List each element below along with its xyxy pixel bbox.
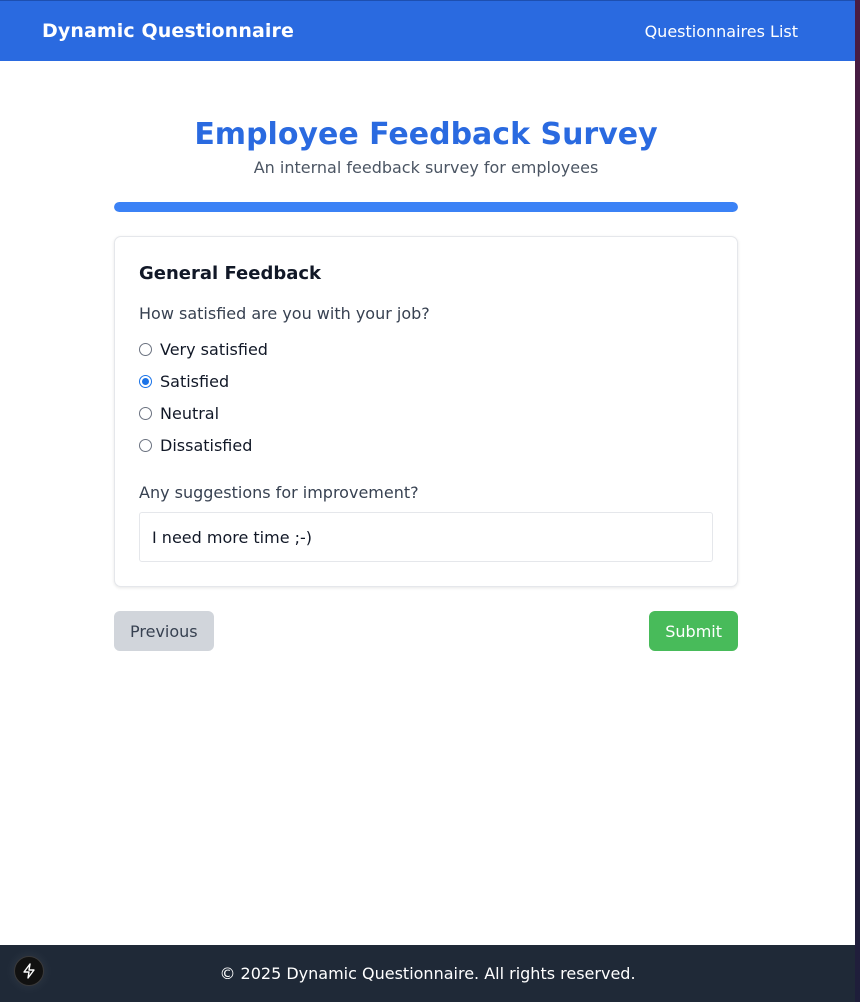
footer: © 2025 Dynamic Questionnaire. All rights…	[0, 945, 855, 1002]
question-label: Any suggestions for improvement?	[139, 483, 419, 502]
radio-button[interactable]	[139, 438, 152, 452]
radio-label: Neutral	[160, 403, 220, 423]
navbar: Dynamic Questionnaire Questionnaires Lis…	[0, 0, 855, 61]
radio-label: Very satisfied	[160, 339, 268, 359]
questionnaires-list-link[interactable]: Questionnaires List	[645, 22, 798, 41]
survey-container: Employee Feedback Survey An internal fee…	[114, 61, 738, 651]
main-content: Employee Feedback Survey An internal fee…	[0, 61, 855, 945]
section-title: General Feedback	[139, 263, 322, 284]
radio-option-satisfied[interactable]: Satisfied	[139, 365, 713, 397]
radio-button[interactable]	[139, 406, 152, 420]
question-label: How satisfied are you with your job?	[139, 304, 430, 323]
survey-subtitle: An internal feedback survey for employee…	[253, 158, 599, 177]
suggestions-input[interactable]: I need more time ;-)	[139, 512, 713, 562]
radio-label: Satisfied	[160, 371, 230, 391]
radio-button[interactable]	[139, 374, 152, 388]
progress-bar-fill	[114, 202, 738, 212]
submit-button[interactable]: Submit	[649, 611, 738, 651]
progress-bar	[114, 202, 738, 212]
page: Dynamic Questionnaire Questionnaires Lis…	[0, 0, 855, 1002]
radio-option-neutral[interactable]: Neutral	[139, 397, 713, 429]
brand-title[interactable]: Dynamic Questionnaire	[42, 20, 294, 42]
radio-label: Dissatisfied	[160, 435, 253, 455]
radio-option-very-satisfied[interactable]: Very satisfied	[139, 333, 713, 365]
footer-text: © 2025 Dynamic Questionnaire. All rights…	[219, 964, 636, 983]
radio-button[interactable]	[139, 342, 152, 356]
navigation-buttons: Previous Submit	[114, 611, 738, 651]
lightning-bolt-glyph	[23, 963, 35, 979]
question-card: General Feedback How satisfied are you w…	[114, 236, 738, 587]
survey-title: Employee Feedback Survey	[194, 117, 658, 152]
radio-option-dissatisfied[interactable]: Dissatisfied	[139, 429, 713, 461]
lightning-bolt-icon[interactable]	[14, 956, 44, 986]
radio-group: Very satisfied Satisfied Neutral Dissati…	[139, 333, 713, 461]
previous-button[interactable]: Previous	[114, 611, 214, 651]
